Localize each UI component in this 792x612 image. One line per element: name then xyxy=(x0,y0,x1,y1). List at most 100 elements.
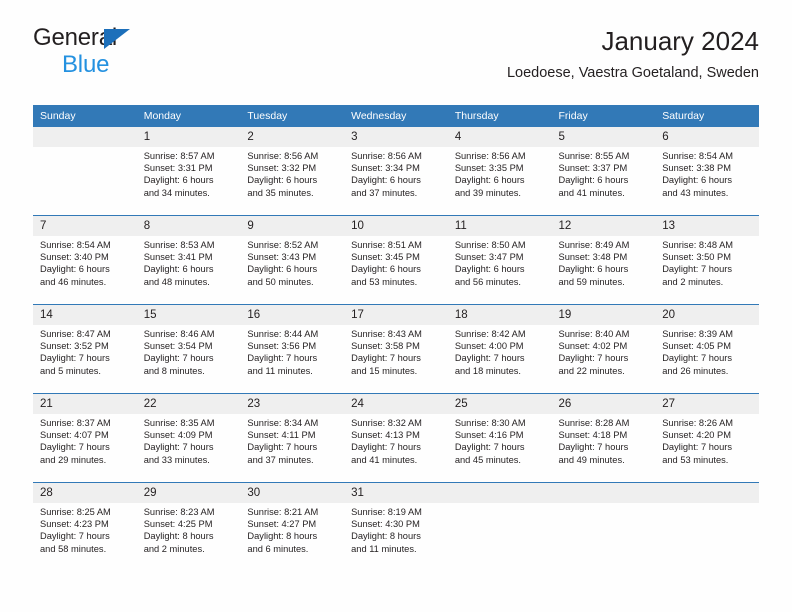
weekday-header-monday: Monday xyxy=(136,105,241,127)
calendar-table: Sunday Monday Tuesday Wednesday Thursday… xyxy=(33,105,759,571)
calendar-day-cell[interactable]: 25 Sunrise: 8:30 AM Sunset: 4:16 PM Dayligh… xyxy=(447,393,552,483)
calendar-day-cell[interactable]: 24 Sunrise: 8:32 AM Sunset: 4:13 PM Dayligh… xyxy=(344,393,448,483)
sunset-text: Sunset: 4:27 PM xyxy=(247,519,317,530)
day-details: Sunrise: 8:21 AM Sunset: 4:27 PM Daylight:… xyxy=(240,503,344,555)
day-number: 10 xyxy=(344,216,448,236)
daylight-text-cont: and 39 minutes. xyxy=(454,187,521,198)
daylight-text-cont: and 26 minutes. xyxy=(662,365,729,376)
sunset-text: Sunset: 3:58 PM xyxy=(351,341,420,352)
day-number: 5 xyxy=(551,127,656,147)
day-details: Sunrise: 8:19 AM Sunset: 4:30 PM Daylight:… xyxy=(344,503,448,555)
calendar-day-cell[interactable]: 17 Sunrise: 8:43 AM Sunset: 3:58 PM Dayligh… xyxy=(344,304,448,394)
calendar-body: 1 Sunrise: 8:57 AM Sunset: 3:31 PM Daylight… xyxy=(33,127,759,571)
day-number: 14 xyxy=(33,305,137,325)
daylight-text-cont: and 18 minutes. xyxy=(454,365,521,376)
day-details: Sunrise: 8:54 AM Sunset: 3:40 PM Daylight:… xyxy=(33,236,137,288)
sunset-text: Sunset: 3:50 PM xyxy=(662,252,731,263)
calendar-day-cell[interactable]: 10 Sunrise: 8:51 AM Sunset: 3:45 PM Dayligh… xyxy=(344,215,448,305)
calendar-day-cell[interactable]: 15 Sunrise: 8:46 AM Sunset: 3:54 PM Dayligh… xyxy=(136,304,241,394)
day-number xyxy=(551,483,656,503)
daylight-text: Daylight: 7 hours xyxy=(40,353,110,364)
calendar-day-cell[interactable]: 4 Sunrise: 8:56 AM Sunset: 3:35 PM Daylight… xyxy=(447,127,552,216)
daylight-text-cont: and 22 minutes. xyxy=(558,365,625,376)
day-number: 29 xyxy=(136,483,241,503)
day-details: Sunrise: 8:50 AM Sunset: 3:47 PM Daylight:… xyxy=(448,236,552,288)
calendar-week-row: 14 Sunrise: 8:47 AM Sunset: 3:52 PM Dayligh… xyxy=(33,304,759,394)
day-number: 11 xyxy=(447,216,552,236)
daylight-text: Daylight: 7 hours xyxy=(351,442,421,453)
day-number: 3 xyxy=(344,127,448,147)
day-number: 28 xyxy=(33,483,137,503)
day-number xyxy=(447,483,552,503)
sunset-text: Sunset: 3:32 PM xyxy=(247,163,317,174)
calendar-day-cell[interactable]: 9 Sunrise: 8:52 AM Sunset: 3:43 PM Daylight… xyxy=(240,215,345,305)
day-details: Sunrise: 8:54 AM Sunset: 3:38 PM Daylight:… xyxy=(655,147,759,199)
day-number: 7 xyxy=(33,216,137,236)
sunset-text: Sunset: 3:38 PM xyxy=(662,163,731,174)
calendar-day-cell[interactable]: 8 Sunrise: 8:53 AM Sunset: 3:41 PM Daylight… xyxy=(136,215,241,305)
sunset-text: Sunset: 4:20 PM xyxy=(662,430,731,441)
calendar-day-cell[interactable]: 7 Sunrise: 8:54 AM Sunset: 3:40 PM Daylight… xyxy=(33,215,137,305)
sunrise-text: Sunrise: 8:52 AM xyxy=(247,240,319,250)
sunrise-text: Sunrise: 8:30 AM xyxy=(454,418,526,428)
calendar-day-cell[interactable]: 1 Sunrise: 8:57 AM Sunset: 3:31 PM Daylight… xyxy=(136,127,241,216)
sunrise-text: Sunrise: 8:51 AM xyxy=(351,240,422,250)
day-details: Sunrise: 8:23 AM Sunset: 4:25 PM Daylight:… xyxy=(137,503,241,555)
sunrise-text: Sunrise: 8:54 AM xyxy=(662,151,734,161)
calendar-day-cell[interactable]: 27 Sunrise: 8:26 AM Sunset: 4:20 PM Dayligh… xyxy=(655,393,759,483)
day-details: Sunrise: 8:26 AM Sunset: 4:20 PM Daylight:… xyxy=(655,414,759,466)
day-number: 6 xyxy=(655,127,759,147)
calendar-day-cell[interactable]: 20 Sunrise: 8:39 AM Sunset: 4:05 PM Dayligh… xyxy=(655,304,759,394)
day-details: Sunrise: 8:40 AM Sunset: 4:02 PM Daylight:… xyxy=(552,325,656,377)
day-number xyxy=(655,483,759,503)
calendar-week-row: 28 Sunrise: 8:25 AM Sunset: 4:23 PM Dayligh… xyxy=(33,482,759,571)
calendar-day-cell[interactable]: 18 Sunrise: 8:42 AM Sunset: 4:00 PM Dayligh… xyxy=(447,304,552,394)
calendar-week-row: 7 Sunrise: 8:54 AM Sunset: 3:40 PM Daylight… xyxy=(33,215,759,305)
calendar-cell-empty xyxy=(33,127,137,216)
daylight-text-cont: and 37 minutes. xyxy=(247,454,314,465)
sunrise-text: Sunrise: 8:26 AM xyxy=(662,418,734,428)
daylight-text: Daylight: 6 hours xyxy=(40,264,110,275)
daylight-text-cont: and 29 minutes. xyxy=(40,454,107,465)
daylight-text-cont: and 37 minutes. xyxy=(351,187,418,198)
calendar-day-cell[interactable]: 29 Sunrise: 8:23 AM Sunset: 4:25 PM Dayligh… xyxy=(136,482,241,571)
logo-text-general: General xyxy=(33,26,253,52)
calendar-day-cell[interactable]: 28 Sunrise: 8:25 AM Sunset: 4:23 PM Dayligh… xyxy=(33,482,137,571)
day-details: Sunrise: 8:56 AM Sunset: 3:34 PM Daylight:… xyxy=(344,147,448,199)
sunrise-text: Sunrise: 8:23 AM xyxy=(143,507,215,517)
calendar-day-cell[interactable]: 3 Sunrise: 8:56 AM Sunset: 3:34 PM Daylight… xyxy=(344,127,448,216)
calendar-day-cell[interactable]: 21 Sunrise: 8:37 AM Sunset: 4:07 PM Dayligh… xyxy=(33,393,137,483)
title-block: January 2024 Loedoese, Vaestra Goetaland… xyxy=(507,26,759,83)
weekday-header-thursday: Thursday xyxy=(447,105,552,127)
daylight-text-cont: and 35 minutes. xyxy=(247,187,314,198)
day-number: 20 xyxy=(655,305,759,325)
daylight-text-cont: and 58 minutes. xyxy=(40,543,107,554)
day-details: Sunrise: 8:44 AM Sunset: 3:56 PM Daylight:… xyxy=(240,325,344,377)
daylight-text: Daylight: 7 hours xyxy=(558,353,629,364)
calendar-day-cell[interactable]: 13 Sunrise: 8:48 AM Sunset: 3:50 PM Dayligh… xyxy=(655,215,759,305)
calendar-day-cell[interactable]: 23 Sunrise: 8:34 AM Sunset: 4:11 PM Dayligh… xyxy=(240,393,345,483)
daylight-text: Daylight: 6 hours xyxy=(558,264,629,275)
sunrise-text: Sunrise: 8:44 AM xyxy=(247,329,319,339)
calendar-day-cell[interactable]: 31 Sunrise: 8:19 AM Sunset: 4:30 PM Dayligh… xyxy=(344,482,448,571)
calendar-day-cell[interactable]: 26 Sunrise: 8:28 AM Sunset: 4:18 PM Dayligh… xyxy=(551,393,656,483)
day-details: Sunrise: 8:53 AM Sunset: 3:41 PM Daylight:… xyxy=(137,236,241,288)
calendar-day-cell[interactable]: 19 Sunrise: 8:40 AM Sunset: 4:02 PM Dayligh… xyxy=(551,304,656,394)
daylight-text: Daylight: 7 hours xyxy=(143,442,214,453)
calendar-day-cell[interactable]: 11 Sunrise: 8:50 AM Sunset: 3:47 PM Dayligh… xyxy=(447,215,552,305)
day-number: 17 xyxy=(344,305,448,325)
daylight-text: Daylight: 7 hours xyxy=(662,442,732,453)
calendar-day-cell[interactable]: 14 Sunrise: 8:47 AM Sunset: 3:52 PM Dayligh… xyxy=(33,304,137,394)
calendar-day-cell[interactable]: 2 Sunrise: 8:56 AM Sunset: 3:32 PM Daylight… xyxy=(240,127,345,216)
day-details: Sunrise: 8:49 AM Sunset: 3:48 PM Daylight:… xyxy=(552,236,656,288)
daylight-text: Daylight: 6 hours xyxy=(351,264,421,275)
calendar-day-cell[interactable]: 16 Sunrise: 8:44 AM Sunset: 3:56 PM Dayligh… xyxy=(240,304,345,394)
calendar-day-cell[interactable]: 30 Sunrise: 8:21 AM Sunset: 4:27 PM Dayligh… xyxy=(240,482,345,571)
calendar-day-cell[interactable]: 6 Sunrise: 8:54 AM Sunset: 3:38 PM Daylight… xyxy=(655,127,759,216)
calendar-day-cell[interactable]: 12 Sunrise: 8:49 AM Sunset: 3:48 PM Dayligh… xyxy=(551,215,656,305)
day-number: 19 xyxy=(551,305,656,325)
day-details: Sunrise: 8:46 AM Sunset: 3:54 PM Daylight:… xyxy=(137,325,241,377)
calendar-day-cell[interactable]: 5 Sunrise: 8:55 AM Sunset: 3:37 PM Daylight… xyxy=(551,127,656,216)
calendar-day-cell[interactable]: 22 Sunrise: 8:35 AM Sunset: 4:09 PM Dayligh… xyxy=(136,393,241,483)
daylight-text: Daylight: 7 hours xyxy=(143,353,214,364)
